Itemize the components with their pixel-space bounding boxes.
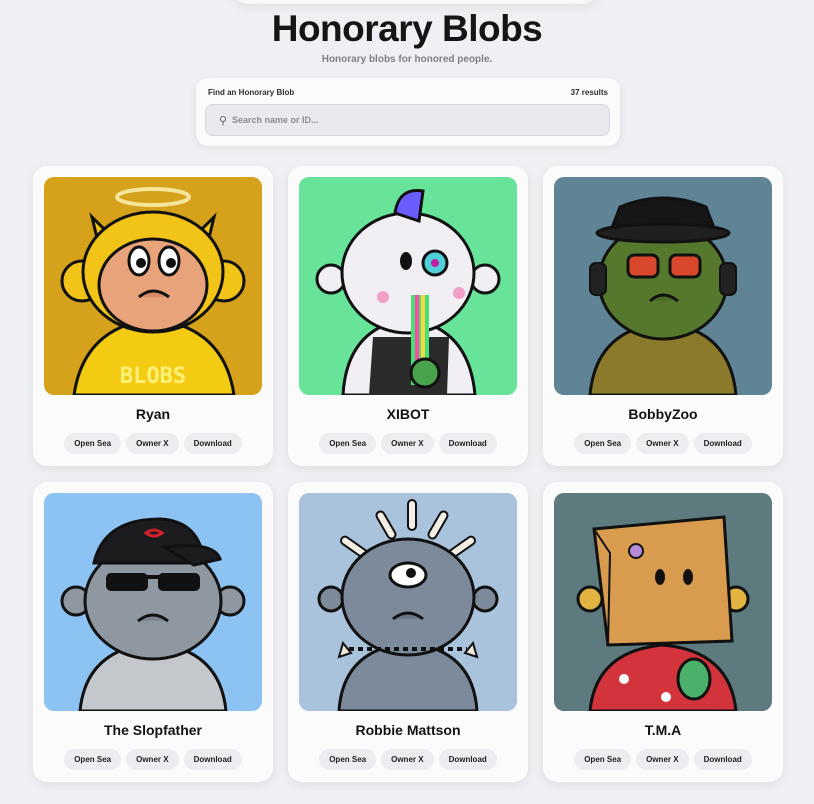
- page-title: Honorary Blobs: [271, 8, 543, 49]
- opensea-button[interactable]: Open Sea: [64, 433, 122, 454]
- owner-x-button[interactable]: Owner X: [636, 433, 689, 454]
- blob-image[interactable]: [299, 493, 517, 711]
- owner-x-button[interactable]: Owner X: [381, 749, 434, 770]
- blob-name: XIBOT: [386, 406, 430, 422]
- blob-name: Ryan: [135, 406, 171, 422]
- opensea-button[interactable]: Open Sea: [574, 749, 632, 770]
- search-input[interactable]: [232, 105, 609, 135]
- blob-image[interactable]: BLOBS: [44, 177, 262, 395]
- opensea-button[interactable]: Open Sea: [574, 433, 632, 454]
- owner-x-button[interactable]: Owner X: [381, 433, 434, 454]
- header-bubble: [230, 0, 600, 4]
- blob-card: Robbie Mattson Open Sea Owner X Download: [288, 482, 528, 782]
- hoodie-text: BLOBS: [120, 364, 186, 389]
- results-count: 37 results: [570, 88, 608, 97]
- blob-image[interactable]: [44, 493, 262, 711]
- blob-card: XIBOT Open Sea Owner X Download: [288, 166, 528, 466]
- search-label: Find an Honorary Blob: [208, 88, 295, 97]
- search-panel: Find an Honorary Blob 37 results ⚲: [196, 78, 620, 146]
- blob-name: T.M.A: [644, 722, 682, 738]
- opensea-button[interactable]: Open Sea: [64, 749, 122, 770]
- download-button[interactable]: Download: [438, 749, 497, 770]
- blob-card: T.M.A Open Sea Owner X Download: [543, 482, 783, 782]
- download-button[interactable]: Download: [183, 433, 242, 454]
- blob-image[interactable]: [554, 177, 772, 395]
- opensea-button[interactable]: Open Sea: [319, 749, 377, 770]
- blob-image[interactable]: [554, 493, 772, 711]
- blob-name: The Slopfather: [103, 722, 202, 738]
- download-button[interactable]: Download: [693, 433, 752, 454]
- download-button[interactable]: Download: [693, 749, 752, 770]
- owner-x-button[interactable]: Owner X: [126, 433, 179, 454]
- download-button[interactable]: Download: [183, 749, 242, 770]
- owner-x-button[interactable]: Owner X: [636, 749, 689, 770]
- blob-card: BLOBS Ryan Open Sea Owner X Download: [33, 166, 273, 466]
- opensea-button[interactable]: Open Sea: [319, 433, 377, 454]
- blob-image[interactable]: [299, 177, 517, 395]
- blob-card: BobbyZoo Open Sea Owner X Download: [543, 166, 783, 466]
- owner-x-button[interactable]: Owner X: [126, 749, 179, 770]
- page-subtitle: Honorary blobs for honored people.: [321, 54, 493, 65]
- blob-name: BobbyZoo: [628, 406, 698, 422]
- download-button[interactable]: Download: [438, 433, 497, 454]
- search-box[interactable]: ⚲: [205, 104, 610, 136]
- blob-card: The Slopfather Open Sea Owner X Download: [33, 482, 273, 782]
- search-icon: ⚲: [218, 114, 228, 127]
- blob-name: Robbie Mattson: [355, 722, 461, 738]
